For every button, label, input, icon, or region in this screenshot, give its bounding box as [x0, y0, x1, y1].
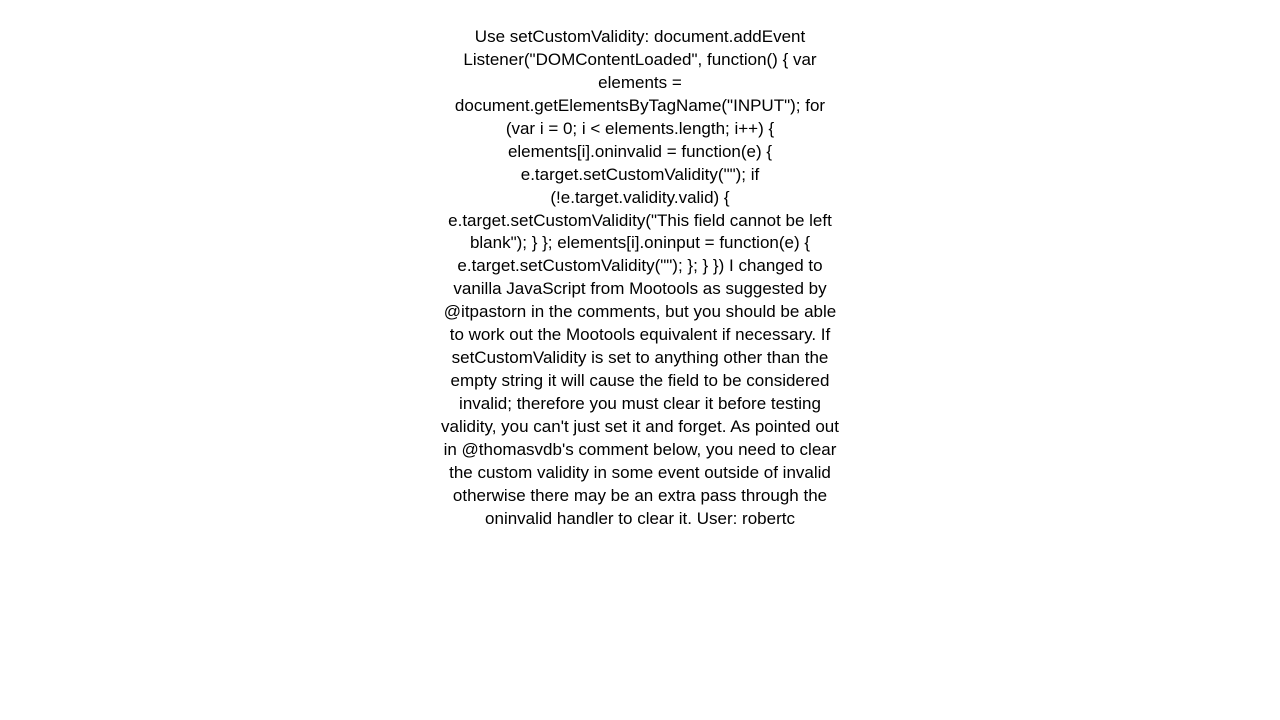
post-body: Use setCustomValidity: document.addEvent… [440, 26, 840, 531]
